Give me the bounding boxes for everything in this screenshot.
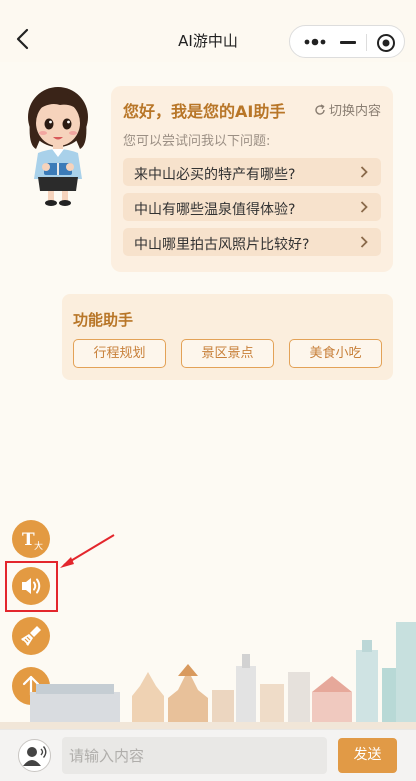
close-target-icon[interactable] xyxy=(376,33,396,53)
font-size-button[interactable]: T 大 xyxy=(12,520,50,558)
suggested-question[interactable]: 中山哪里拍古风照片比较好? xyxy=(123,228,381,256)
nav-header: AI游中山 xyxy=(0,0,416,62)
annotation-arrow-icon xyxy=(60,534,115,568)
chevron-right-icon xyxy=(360,201,368,213)
local-food-button[interactable]: 美食小吃 xyxy=(289,339,382,368)
app-page: AI游中山 您好，我是您的AI助手 切换内容 您可以尝试问我以下问题: 来中山必… xyxy=(0,0,416,781)
switch-content-button[interactable]: 切换内容 xyxy=(314,100,381,119)
capsule-divider xyxy=(366,34,367,51)
question-hint: 您可以尝试问我以下问题: xyxy=(123,134,271,149)
greeting-title: 您好，我是您的AI助手 xyxy=(123,102,286,121)
suggested-question[interactable]: 中山有哪些温泉值得体验? xyxy=(123,193,381,221)
suggested-question[interactable]: 来中山必买的特产有哪些? xyxy=(123,158,381,186)
switch-content-label: 切换内容 xyxy=(328,104,381,119)
highlight-box xyxy=(5,561,58,612)
function-title: 功能助手 xyxy=(73,311,134,329)
question-text: 中山有哪些温泉值得体验? xyxy=(134,202,296,218)
scenic-spots-button[interactable]: 景区景点 xyxy=(181,339,274,368)
voice-user-icon xyxy=(23,746,47,766)
refresh-icon xyxy=(315,103,325,115)
more-dots-icon[interactable] xyxy=(303,33,327,51)
message-input[interactable] xyxy=(62,737,327,774)
chevron-right-icon xyxy=(360,236,368,248)
svg-text:大: 大 xyxy=(34,540,43,552)
question-text: 中山哪里拍古风照片比较好? xyxy=(134,237,310,253)
send-button[interactable]: 发送 xyxy=(338,738,397,773)
greeting-card: 您好，我是您的AI助手 切换内容 您可以尝试问我以下问题: 来中山必买的特产有哪… xyxy=(111,86,393,272)
miniprogram-capsule xyxy=(289,25,405,58)
ai-assistant-avatar xyxy=(22,83,94,208)
question-text: 来中山必买的特产有哪些? xyxy=(134,167,296,183)
trip-planning-button[interactable]: 行程规划 xyxy=(73,339,166,368)
chevron-right-icon xyxy=(360,166,368,178)
minimize-icon[interactable] xyxy=(340,41,356,44)
function-assistant-card: 功能助手 行程规划 景区景点 美食小吃 xyxy=(62,294,393,380)
city-skyline-illustration xyxy=(0,622,416,730)
input-bar: 发送 xyxy=(0,729,416,781)
voice-input-button[interactable] xyxy=(18,739,51,772)
font-size-icon: T 大 xyxy=(22,530,43,552)
